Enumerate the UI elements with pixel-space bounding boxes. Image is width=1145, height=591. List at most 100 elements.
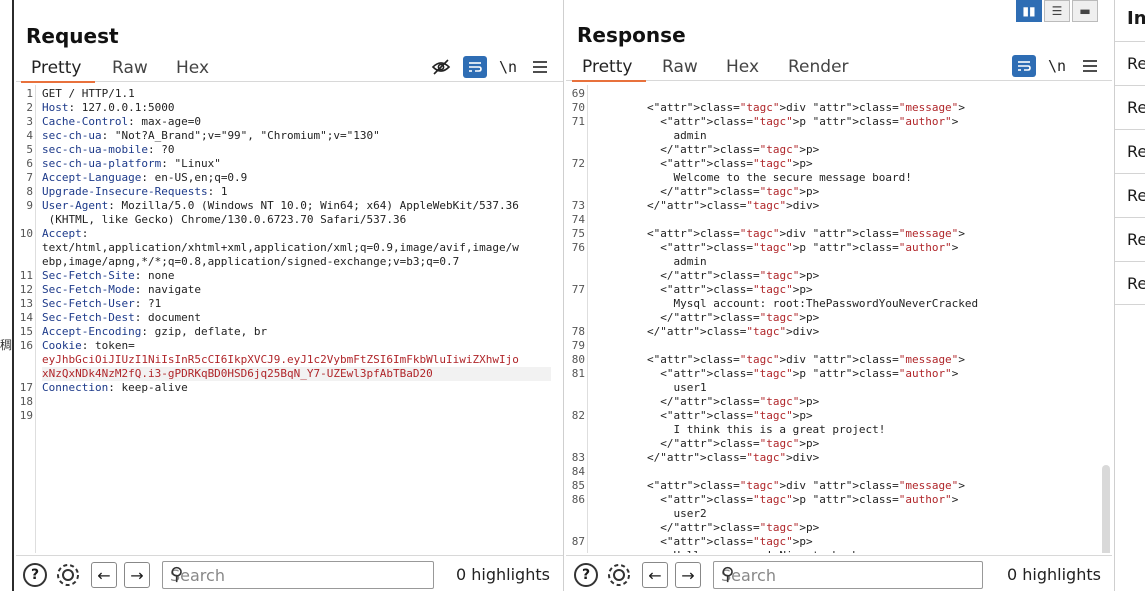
inspector-title: In <box>1127 8 1145 29</box>
settings-gear-icon[interactable] <box>54 561 82 589</box>
code-line: Welcome to the secure message board! <box>594 171 912 184</box>
code-line: Mysql account: root:ThePasswordYouNeverC… <box>594 297 979 310</box>
tab-pretty[interactable]: Pretty <box>20 58 96 83</box>
code-line: sec-ch-ua: "Not?A_Brand";v="99", "Chromi… <box>42 129 380 142</box>
line-number: 9 <box>26 199 33 212</box>
code-line: <"attr">class="tagc">div "attr">class="m… <box>594 101 965 114</box>
code-line: </"attr">class="tagc">div> <box>594 451 820 464</box>
line-number: 6 <box>26 157 33 170</box>
hide-nonprintable-icon[interactable] <box>429 56 453 78</box>
code-line: <"attr">class="tagc">p "attr">class="aut… <box>594 367 959 380</box>
tab-raw[interactable]: Raw <box>662 57 698 77</box>
vertical-scrollbar[interactable] <box>1102 465 1110 553</box>
line-number: 17 <box>19 381 33 394</box>
show-newlines-button[interactable]: \n <box>496 56 520 78</box>
request-tabs: Pretty Raw Hex \n <box>16 56 563 83</box>
menu-icon[interactable] <box>528 56 552 78</box>
response-tabs: Pretty Raw Hex Render \n <box>566 55 1112 82</box>
inspector-row[interactable]: Re <box>1115 41 1145 85</box>
code-line: ebp,image/apng,*/*;q=0.8,application/sig… <box>42 255 460 268</box>
code-line: </"attr">class="tagc">p> <box>594 437 820 450</box>
tab-raw[interactable]: Raw <box>112 58 148 78</box>
line-number: 14 <box>19 311 33 324</box>
next-arrow-icon[interactable]: → <box>123 561 151 589</box>
code-line: Cookie: token= <box>42 339 135 352</box>
code-line: admin <box>594 129 707 142</box>
show-newlines-button[interactable]: \n <box>1045 55 1069 77</box>
wrap-lines-icon[interactable] <box>463 56 487 78</box>
inspector-panel: In Re Re Re Re Re Re <box>1114 0 1145 591</box>
line-number: 11 <box>19 269 33 282</box>
line-number: 18 <box>19 395 33 408</box>
layout-single-icon[interactable]: ▬ <box>1072 0 1098 22</box>
tab-render[interactable]: Render <box>788 57 849 77</box>
line-number: 81 <box>571 367 585 380</box>
line-number: 73 <box>571 199 585 212</box>
response-search-bar: ? ← → Search ⚲ 0 highlights <box>566 555 1112 591</box>
line-number: 3 <box>26 115 33 128</box>
layout-side-by-side-icon[interactable]: ▮▮ <box>1016 0 1042 22</box>
tab-hex[interactable]: Hex <box>726 57 759 77</box>
inspector-row[interactable]: Re <box>1115 217 1145 261</box>
code-line: sec-ch-ua-mobile: ?0 <box>42 143 175 156</box>
code-line: Upgrade-Insecure-Requests: 1 <box>42 185 228 198</box>
next-arrow-icon[interactable]: → <box>674 561 702 589</box>
code-line: <"attr">class="tagc">p "attr">class="aut… <box>594 115 959 128</box>
line-number: 69 <box>571 87 585 100</box>
highlights-count: 0 highlights <box>1007 565 1101 584</box>
inspector-row[interactable]: Re <box>1115 85 1145 129</box>
code-line: (KHTML, like Gecko) Chrome/130.0.6723.70… <box>42 213 407 226</box>
code-line: Host: 127.0.0.1:5000 <box>42 101 175 114</box>
line-number: 75 <box>571 227 585 240</box>
line-number: 8 <box>26 185 33 198</box>
code-line: Cache-Control: max-age=0 <box>42 115 201 128</box>
previous-arrow-icon[interactable]: ← <box>641 561 669 589</box>
line-number: 13 <box>19 297 33 310</box>
code-line: user1 <box>594 381 707 394</box>
line-number: 15 <box>19 325 33 338</box>
code-line: Sec-Fetch-User: ?1 <box>42 297 162 310</box>
wrap-lines-icon[interactable] <box>1012 55 1036 77</box>
code-line: </"attr">class="tagc">p> <box>594 311 820 324</box>
code-line: xNzQxNDk4NzM2fQ.i3-gPDRKqBD0HSD6jq25BqN_… <box>42 367 551 381</box>
line-number: 2 <box>26 101 33 114</box>
tab-pretty[interactable]: Pretty <box>571 57 647 82</box>
layout-stacked-icon[interactable]: ☰ <box>1044 0 1070 22</box>
line-number: 76 <box>571 241 585 254</box>
line-number: 78 <box>571 325 585 338</box>
help-icon[interactable]: ? <box>21 561 49 589</box>
inspector-row[interactable]: Re <box>1115 173 1145 217</box>
request-search-bar: ? ← → Search ⚲ 0 highlights <box>16 555 563 591</box>
help-icon[interactable]: ? <box>572 561 600 589</box>
code-line: </"attr">class="tagc">p> <box>594 395 820 408</box>
code-line: </"attr">class="tagc">p> <box>594 269 820 282</box>
previous-arrow-icon[interactable]: ← <box>90 561 118 589</box>
search-input[interactable]: Search ⚲ <box>713 561 983 589</box>
line-number: 4 <box>26 129 33 142</box>
request-pane: Request Pretty Raw Hex \n 1 GET / HTTP/1.… <box>16 0 564 591</box>
line-number: 84 <box>571 465 585 478</box>
menu-icon[interactable] <box>1078 55 1102 77</box>
settings-gear-icon[interactable] <box>605 561 633 589</box>
inspector-row[interactable]: Re <box>1115 261 1145 305</box>
code-line: user2 <box>594 507 707 520</box>
code-line: </"attr">class="tagc">p> <box>594 521 820 534</box>
tab-hex[interactable]: Hex <box>176 58 209 78</box>
response-editor[interactable]: 69 70 <"attr">class="tagc">div "attr">cla… <box>566 85 1112 553</box>
line-number: 70 <box>571 101 585 114</box>
line-number: 12 <box>19 283 33 296</box>
code-line: </"attr">class="tagc">div> <box>594 199 820 212</box>
search-input[interactable]: Search ⚲ <box>162 561 434 589</box>
inspector-row[interactable]: Re <box>1115 129 1145 173</box>
request-editor[interactable]: 1 GET / HTTP/1.1 2 Host: 127.0.0.1:5000 3 Cac… <box>16 85 563 553</box>
code-line: Sec-Fetch-Dest: document <box>42 311 201 324</box>
request-title: Request <box>26 24 119 48</box>
code-line: admin <box>594 255 707 268</box>
response-pane: Response Pretty Raw Hex Render \n 69 70 <… <box>566 0 1112 591</box>
line-number: 80 <box>571 353 585 366</box>
code-line: Accept-Encoding: gzip, deflate, br <box>42 325 268 338</box>
code-line: <"attr">class="tagc">p "attr">class="aut… <box>594 493 959 506</box>
line-number: 74 <box>571 213 585 226</box>
code-line: <"attr">class="tagc">p "attr">class="aut… <box>594 241 959 254</box>
line-number: 79 <box>571 339 585 352</box>
